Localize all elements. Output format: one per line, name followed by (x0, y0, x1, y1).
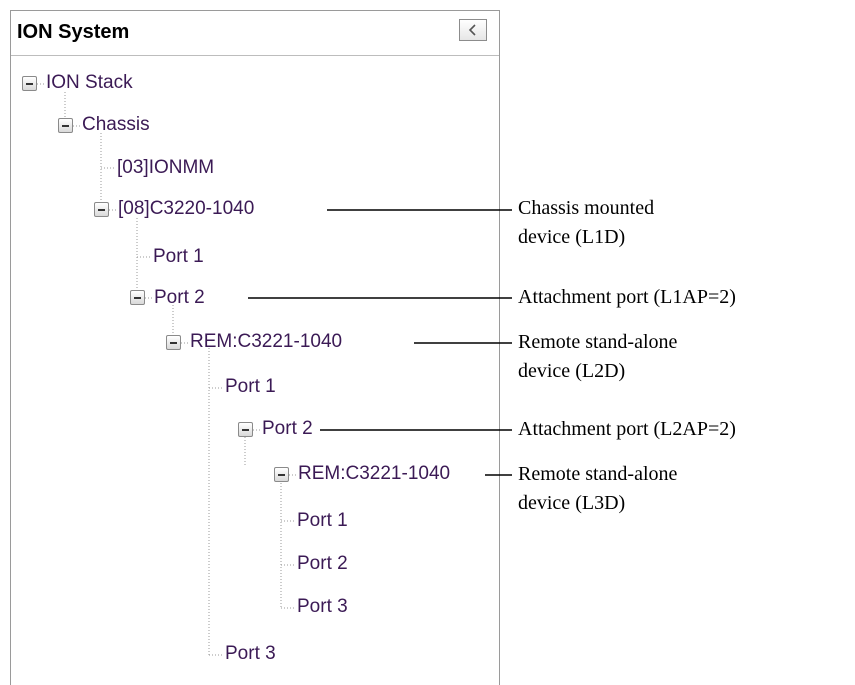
annotation-l3d-line1: Remote stand-alone (518, 463, 678, 485)
annotation-l2d-line1: Remote stand-alone (518, 331, 678, 353)
annotation-l2d: Remote stand-alone device (L2D) (518, 328, 677, 386)
annotation-l1ap: Attachment port (L1AP=2) (518, 286, 736, 308)
annotation-chassis-device-line1: Chassis mounted (518, 197, 655, 219)
annotation-chassis-device: Chassis mounted device (L1D) (518, 194, 654, 252)
annotation-l3d-line2: device (L3D) (518, 492, 626, 514)
annotation-l2d-line2: device (L2D) (518, 360, 626, 382)
annotation-chassis-device-line2: device (L1D) (518, 226, 626, 248)
annotation-l2ap: Attachment port (L2AP=2) (518, 418, 736, 440)
annotation-l3d: Remote stand-alone device (L3D) (518, 460, 677, 518)
annotation-leader-lines (248, 209, 512, 476)
